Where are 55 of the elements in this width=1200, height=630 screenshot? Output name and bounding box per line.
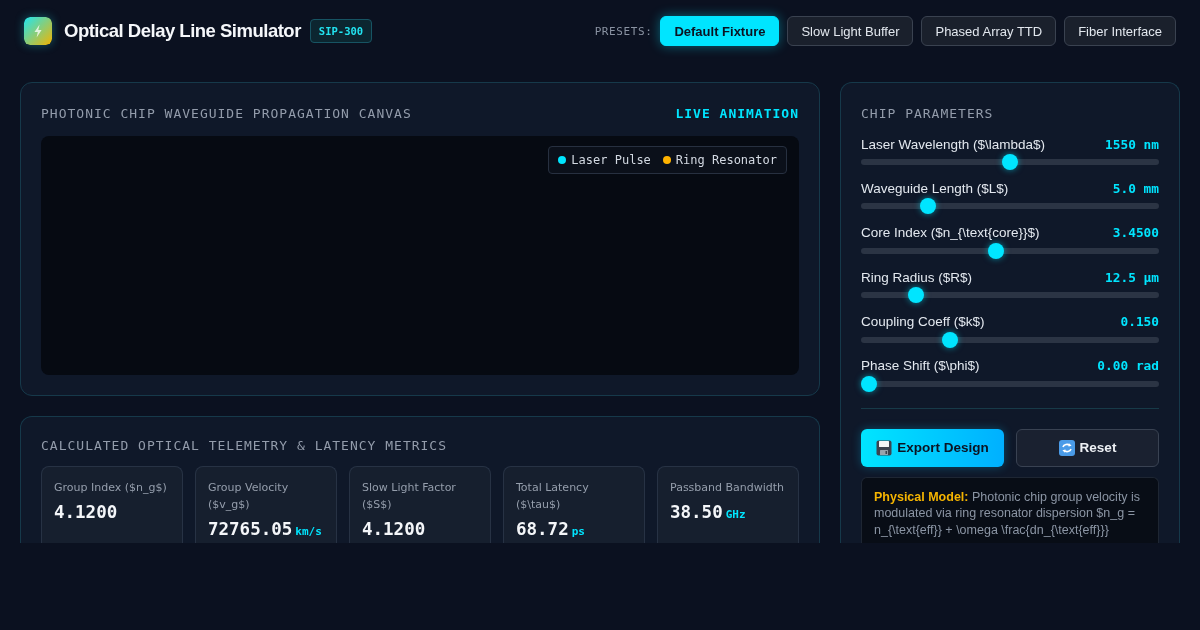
app-title: Optical Delay Line Simulator bbox=[64, 20, 301, 42]
metric-label: Slow Light Factor ($S$) bbox=[362, 480, 457, 513]
metric-unit: ps bbox=[571, 524, 585, 540]
metric-unit: km/s bbox=[295, 524, 322, 540]
param-value: 1550 nm bbox=[1105, 136, 1159, 152]
model-badge: SIP-300 bbox=[309, 19, 373, 43]
param-label: Waveguide Length ($L$) bbox=[861, 180, 1009, 196]
panel-title: CALCULATED OPTICAL TELEMETRY & LATENCY METRICS bbox=[41, 437, 448, 453]
presets-label: PRESETS: bbox=[594, 24, 653, 38]
preset-button[interactable]: Slow Light Buffer bbox=[787, 16, 914, 46]
metric-value: 38.50 bbox=[670, 501, 723, 523]
preset-button[interactable]: Fiber Interface bbox=[1064, 16, 1176, 46]
slider-thumb[interactable] bbox=[861, 375, 877, 392]
slider-track[interactable] bbox=[861, 198, 1159, 215]
slider-track[interactable] bbox=[861, 287, 1159, 304]
slider-thumb[interactable] bbox=[987, 242, 1004, 259]
param-label: Laser Wavelength ($\lambda$) bbox=[861, 136, 1046, 152]
physical-model-note: Physical Model: Photonic chip group velocity is modulated via ring resonator dispersion $n_g = n_{\text{eff}} + \omega \frac{dn_{\text{eff}}} bbox=[874, 488, 1142, 539]
slider-track[interactable] bbox=[861, 154, 1159, 170]
param-label: Coupling Coeff ($k$) bbox=[861, 314, 985, 330]
param-value: 0.150 bbox=[1120, 314, 1159, 330]
slider-thumb[interactable] bbox=[1002, 154, 1018, 170]
slider-track[interactable] bbox=[861, 242, 1159, 259]
param-value: 3.4500 bbox=[1112, 225, 1159, 241]
slider-thumb[interactable] bbox=[941, 331, 958, 348]
slider-track[interactable] bbox=[861, 375, 1159, 392]
legend-label: Laser Pulse bbox=[571, 153, 651, 167]
live-status: LIVE ANIMATION bbox=[675, 105, 799, 121]
slider-thumb[interactable] bbox=[908, 287, 925, 304]
legend-label: Ring Resonator bbox=[675, 153, 777, 167]
param-label: Ring Radius ($R$) bbox=[861, 269, 973, 285]
metric-unit: GHz bbox=[725, 507, 746, 523]
slider-track[interactable] bbox=[861, 331, 1159, 348]
param-value: 12.5 μm bbox=[1105, 269, 1159, 285]
param-value: 0.00 rad bbox=[1097, 358, 1159, 374]
preset-button[interactable]: Phased Array TTD bbox=[921, 16, 1057, 46]
metric-label: Group Velocity ($v_g$) bbox=[208, 480, 290, 513]
lightning-logo-icon bbox=[24, 17, 52, 45]
metric-label: Total Latency ($\tau$) bbox=[516, 480, 590, 513]
refresh-icon bbox=[1058, 439, 1075, 456]
slider-thumb[interactable] bbox=[920, 198, 937, 215]
export-button[interactable]: Export Design bbox=[861, 428, 1004, 467]
metric-value: 4.1200 bbox=[362, 518, 426, 540]
metric-value: 4.1200 bbox=[54, 501, 118, 523]
preset-button[interactable]: Default Fixture bbox=[660, 16, 780, 46]
param-label: Core Index ($n_{\text{core}}$) bbox=[861, 225, 1040, 241]
panel-title: CHIP PARAMETERS bbox=[861, 105, 994, 121]
metric-value: 68.72 bbox=[516, 518, 569, 540]
reset-button[interactable]: Reset bbox=[1016, 428, 1159, 467]
metric-label: Passband Bandwidth bbox=[670, 480, 785, 496]
panel-title: PHOTONIC CHIP WAVEGUIDE PROPAGATION CANVAS bbox=[41, 105, 412, 121]
metric-label: Group Index ($n_g$) bbox=[54, 480, 167, 496]
param-label: Phase Shift ($\phi$) bbox=[861, 358, 980, 374]
metric-value: 72765.05 bbox=[208, 518, 293, 540]
param-value: 5.0 mm bbox=[1112, 180, 1159, 196]
